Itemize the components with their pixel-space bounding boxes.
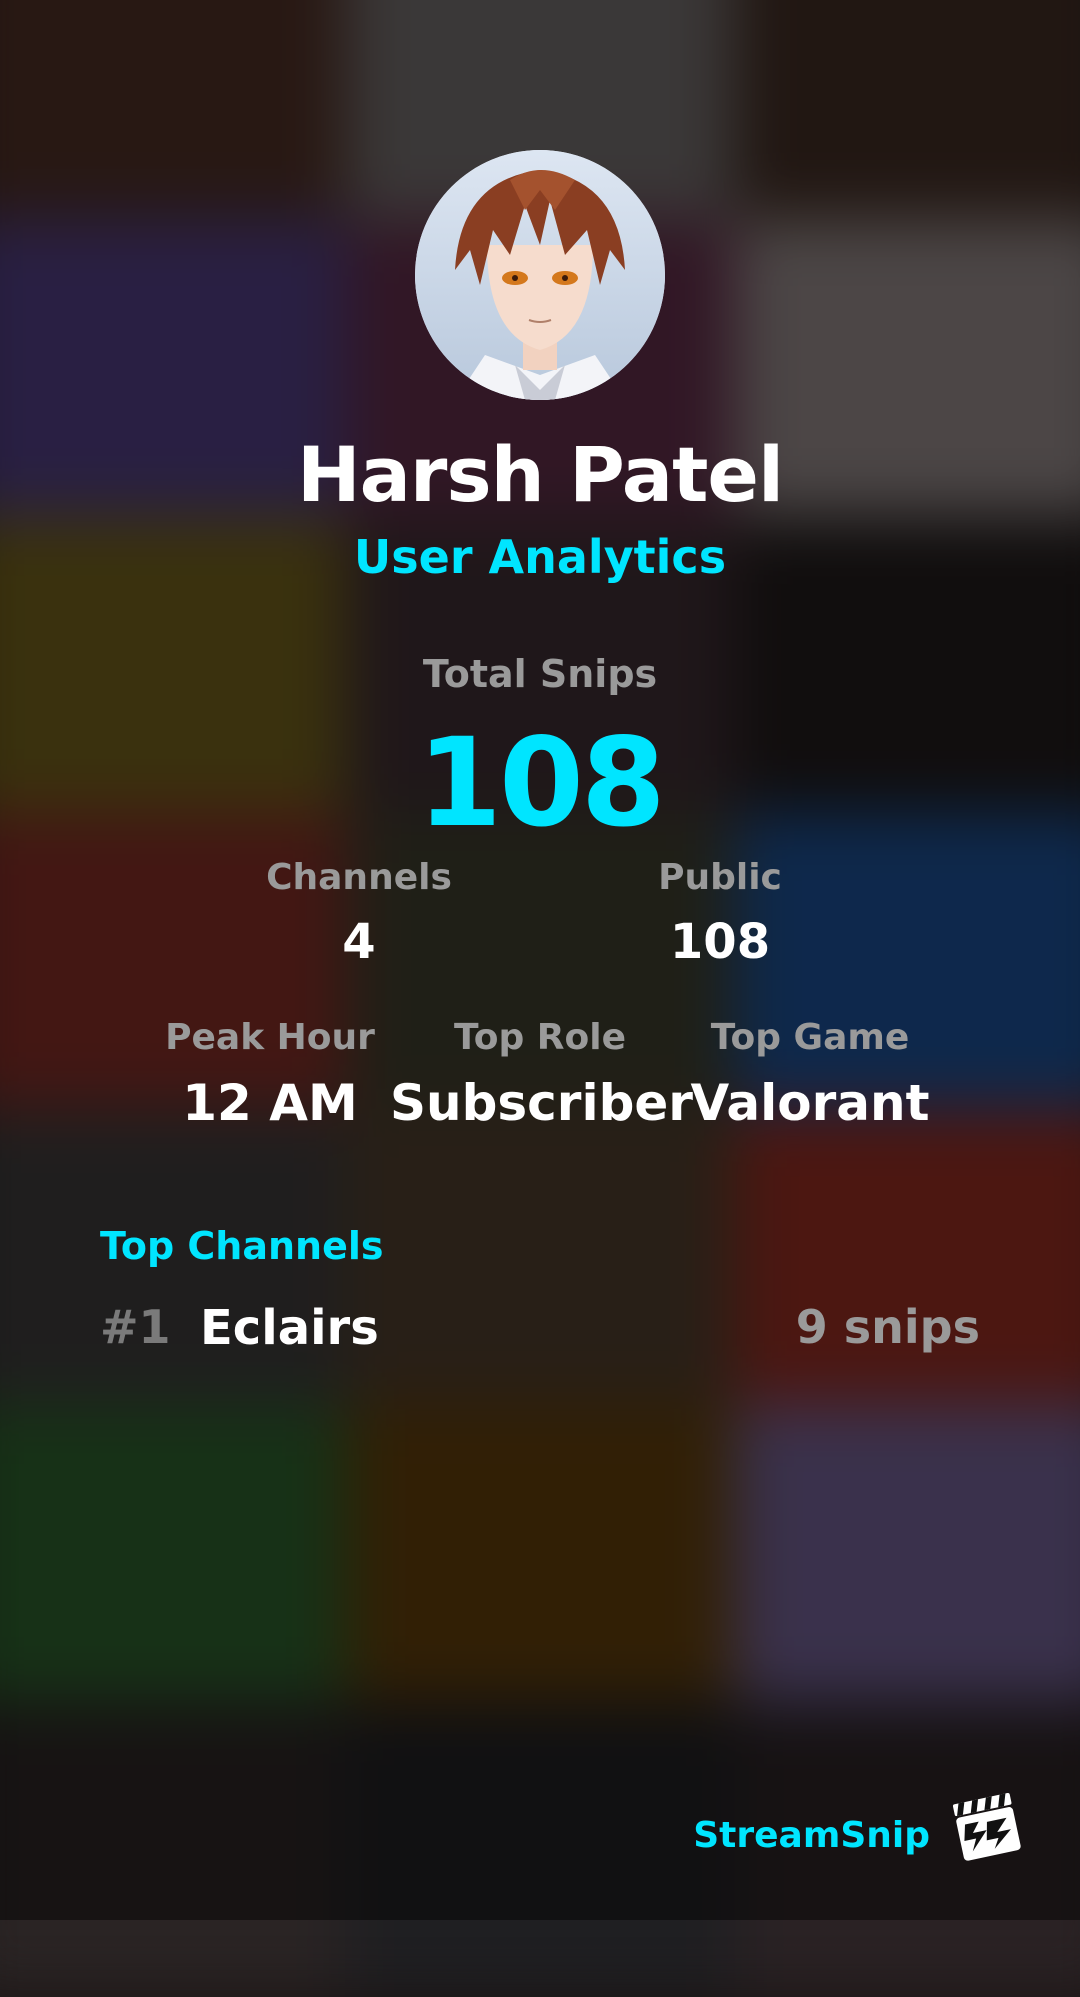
top-game-value: Valorant bbox=[690, 1074, 930, 1132]
total-snips-label: Total Snips bbox=[422, 652, 658, 696]
top-role-value: Subscriber bbox=[390, 1074, 693, 1132]
channel-rank: #1 bbox=[100, 1300, 171, 1354]
list-item: #1 Eclairs 9 snips bbox=[100, 1300, 980, 1370]
public-label: Public bbox=[658, 857, 782, 898]
top-channels-title: Top Channels bbox=[100, 1224, 384, 1268]
channel-name: Eclairs bbox=[200, 1300, 379, 1356]
peak-hour-label: Peak Hour bbox=[165, 1017, 375, 1058]
analytics-card: Harsh Patel User Analytics Total Snips 1… bbox=[0, 0, 1080, 1920]
top-role-label: Top Role bbox=[453, 1017, 627, 1058]
channels-value: 4 bbox=[342, 914, 376, 970]
peak-hour-value: 12 AM bbox=[182, 1074, 358, 1132]
top-role-stat: Top Role Subscriber bbox=[390, 1017, 693, 1132]
peak-hour-stat: Peak Hour 12 AM bbox=[120, 1017, 420, 1132]
brand-name: StreamSnip bbox=[693, 1815, 930, 1856]
public-stat: Public 108 bbox=[580, 857, 860, 970]
top-game-stat: Top Game Valorant bbox=[660, 1017, 960, 1132]
clapperboard-icon bbox=[952, 1792, 1021, 1861]
avatar bbox=[415, 150, 665, 400]
channels-stat: Channels 4 bbox=[219, 857, 499, 970]
top-game-label: Top Game bbox=[710, 1017, 910, 1058]
page-subtitle: User Analytics bbox=[353, 530, 727, 584]
channels-label: Channels bbox=[266, 857, 452, 898]
total-snips-value: 108 bbox=[417, 712, 666, 854]
user-name: Harsh Patel bbox=[296, 430, 784, 519]
channel-snip-count: 9 snips bbox=[795, 1300, 980, 1354]
avatar-portrait bbox=[415, 150, 665, 400]
public-value: 108 bbox=[669, 914, 771, 970]
